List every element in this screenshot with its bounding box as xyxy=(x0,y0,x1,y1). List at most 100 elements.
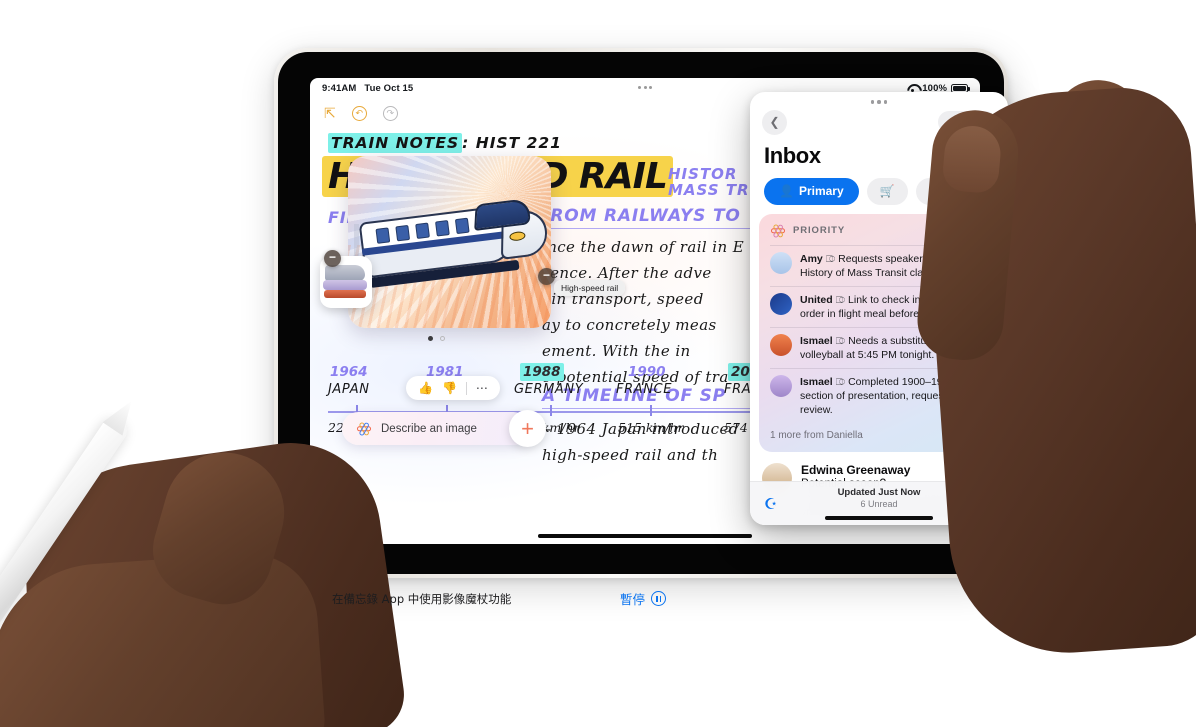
priority-sender: Amy xyxy=(800,252,823,265)
timeline-country-3: FRANCE xyxy=(616,382,673,397)
minus-circle-icon-thumb[interactable]: − xyxy=(324,250,341,267)
avatar-ismael-2 xyxy=(770,374,792,397)
apple-pencil xyxy=(0,412,132,701)
cart-icon: 🛒 xyxy=(879,184,895,198)
timeline-country-0: JAPAN xyxy=(328,382,370,397)
wifi-icon xyxy=(907,84,918,92)
message-sender: Edwina Greenaway xyxy=(801,462,911,477)
mail-home-indicator[interactable] xyxy=(825,516,933,520)
status-date: Tue Oct 15 xyxy=(364,82,414,94)
image-pager-dots[interactable] xyxy=(428,336,445,341)
pager-dot-active[interactable] xyxy=(428,336,433,341)
person-icon: 👤 xyxy=(779,184,794,198)
priority-item[interactable]: Ismael ⎄ Needs a substitute for volleyba… xyxy=(770,326,988,368)
priority-card[interactable]: PRIORITY Amy ⎄ Requests speaker notes fo… xyxy=(759,213,999,452)
timeline-speed-3: 515 km/hr xyxy=(618,420,684,435)
note-body-line-3: ay to concretely meas xyxy=(542,316,717,334)
pause-button[interactable]: 暫停 xyxy=(620,589,667,608)
priority-sender: United xyxy=(800,293,833,306)
note-body-line-4: ement. With the in xyxy=(542,342,691,360)
avatar-ismael-1 xyxy=(770,333,792,356)
note-title-rest: : HIST 221 xyxy=(462,134,562,152)
chat-bubble-icon: 🗩 xyxy=(929,182,943,197)
status-time: 9:41AM xyxy=(322,82,357,94)
priority-more-link[interactable]: 1 more from Daniella xyxy=(770,423,988,441)
mail-status-sub: 6 Unread xyxy=(860,499,898,509)
priority-item[interactable]: Amy ⎄ Requests speaker notes for History… xyxy=(770,244,988,286)
message-time: 9:12 AM xyxy=(959,464,996,475)
collapse-arrows-icon[interactable]: ⇱ xyxy=(324,106,336,120)
undo-icon[interactable]: ↶ xyxy=(351,105,367,121)
summary-icon: ⎄ xyxy=(825,253,836,264)
mail-status-title: Updated Just Now xyxy=(837,487,921,498)
filter-pill-primary[interactable]: 👤 Primary xyxy=(764,177,859,205)
note-subheading-right: FROM RAILWAYS TO xyxy=(538,206,741,226)
summary-icon: ⎄ xyxy=(835,376,846,387)
priority-sparkle-icon xyxy=(770,223,786,239)
note-body-line-0: ince the dawn of rail in E xyxy=(542,238,745,256)
left-hand-lower xyxy=(0,548,327,727)
compose-icon[interactable]: ✎ xyxy=(981,495,994,513)
priority-sender: Ismael xyxy=(800,334,833,347)
timeline-year-3: 1990 xyxy=(628,364,666,380)
filter-pill-promotions[interactable]: 🗩 xyxy=(915,177,957,205)
timeline-year-2: 1988 xyxy=(520,363,564,381)
image-playground-icon xyxy=(356,421,372,437)
priority-sender: Ismael xyxy=(800,375,833,388)
filter-pill-transactions[interactable]: 🛒 xyxy=(866,177,908,205)
avatar-amy xyxy=(770,251,792,274)
note-section-line-1: high-speed rail and th xyxy=(542,446,719,464)
note-title-highlight: TRAIN NOTES xyxy=(328,133,463,153)
home-indicator[interactable] xyxy=(538,534,752,538)
timeline-country-4: FRA xyxy=(724,382,752,397)
summary-icon: ⎄ xyxy=(835,335,846,346)
thumbs-down-icon[interactable]: 👎 xyxy=(442,381,457,395)
more-ellipsis-icon[interactable]: ⋯ xyxy=(476,381,488,395)
priority-item[interactable]: Ismael ⎄ Completed 1900–1950 section of … xyxy=(770,367,988,423)
timeline-tick-2 xyxy=(550,405,552,416)
describe-image-input[interactable]: Describe an image xyxy=(342,412,530,445)
mail-title: Inbox xyxy=(764,142,821,168)
caption-text: 在備忘錄 App 中使用影像魔杖功能 xyxy=(332,592,512,606)
timeline-speed-4: 574 xyxy=(724,420,748,435)
pager-dot-inactive[interactable] xyxy=(440,336,445,341)
pause-label: 暫停 xyxy=(620,592,646,607)
minus-circle-icon-main[interactable]: − xyxy=(538,268,555,285)
right-hand-fingers xyxy=(1037,77,1147,413)
describe-image-placeholder: Describe an image xyxy=(381,422,477,435)
chevron-left-icon[interactable]: ❮ xyxy=(762,109,787,135)
note-title-line: TRAIN NOTES: HIST 221 xyxy=(328,133,562,153)
timeline-tick-3 xyxy=(650,405,652,416)
summary-icon: ⎄ xyxy=(835,294,846,305)
redo-icon[interactable]: ↷ xyxy=(382,105,398,121)
note-side-heading: HISTOR MASS TR xyxy=(668,166,750,198)
timeline-year-0: 1964 xyxy=(330,364,368,380)
priority-header: PRIORITY xyxy=(770,223,988,239)
image-tooltip: High-speed rail xyxy=(554,280,626,296)
mail-nav-row: ❮ Select xyxy=(750,104,1008,135)
generated-image-card[interactable] xyxy=(348,156,551,328)
feedback-separator xyxy=(465,381,467,395)
mail-status: Updated Just Now 6 Unread xyxy=(838,487,921,509)
train-illustration xyxy=(356,180,548,311)
avatar-united xyxy=(770,292,792,315)
plus-icon[interactable]: + xyxy=(509,410,546,447)
note-side-heading-line1: HISTOR xyxy=(668,165,738,183)
mail-bottom-bar: ☪ Updated Just Now 6 Unread ✎ xyxy=(750,481,1008,525)
note-side-heading-line2: MASS TR xyxy=(668,181,750,199)
window-grabber-icon[interactable] xyxy=(750,92,1008,104)
mail-filter-row: 👤 Primary 🛒 🗩 xyxy=(750,169,1008,214)
filter-pill-primary-label: Primary xyxy=(798,184,844,198)
multitask-handle-icon[interactable] xyxy=(638,86,652,89)
feedback-bar[interactable]: 👍 👎 ⋯ xyxy=(406,376,500,400)
filter-lines-icon[interactable]: ☪ xyxy=(764,495,777,513)
priority-item[interactable]: United ⎄ Link to check in. Option to ord… xyxy=(770,285,988,327)
timeline-country-2: GERMANY xyxy=(514,382,584,397)
priority-label: PRIORITY xyxy=(793,225,846,236)
thumbs-up-icon[interactable]: 👍 xyxy=(418,381,433,395)
mail-window[interactable]: ❮ Select Inbox 👤 Primary 🛒 🗩 PRIORITY Am… xyxy=(750,92,1008,525)
screenshot-root: 9:41AM Tue Oct 15 100% ⇱ ↶ ↷ Aa xyxy=(0,0,1196,727)
filter-pill-updates[interactable] xyxy=(964,177,1006,205)
select-button[interactable]: Select xyxy=(938,111,996,133)
pause-circle-icon[interactable] xyxy=(651,591,667,606)
